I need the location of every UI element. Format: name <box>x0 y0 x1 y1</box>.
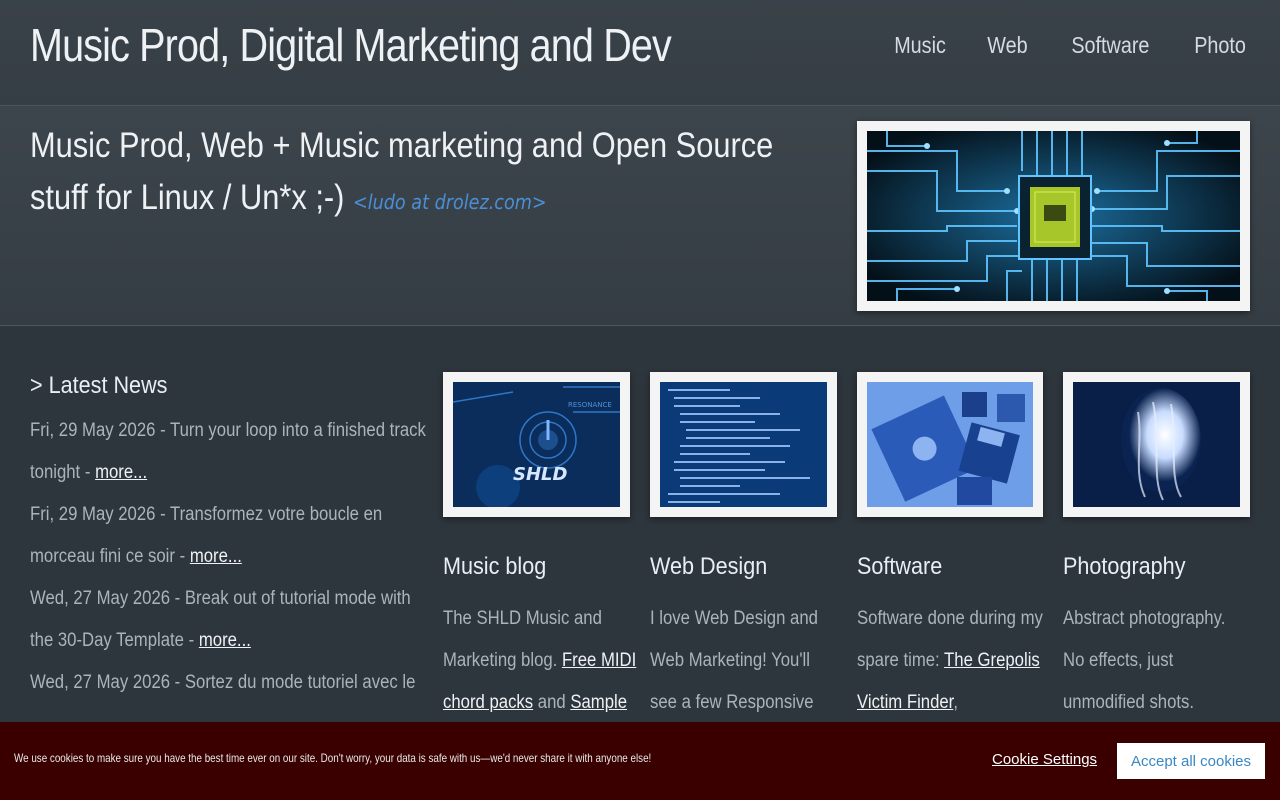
nav-software[interactable]: Software <box>1071 32 1149 59</box>
code-listing-illustration <box>660 382 827 507</box>
sample-link[interactable]: Sample <box>570 692 627 713</box>
contact-email: <ludo at drolez.com> <box>352 190 547 214</box>
news-more-link[interactable]: more... <box>199 630 251 651</box>
news-more-link[interactable]: more... <box>95 462 147 483</box>
cookie-notice-text: We use cookies to make sure you have the… <box>14 751 652 765</box>
audio-knob-illustration: SHLD RESONANCE <box>453 382 620 507</box>
hero-section: Music Prod, Web + Music marketing and Op… <box>0 106 1280 326</box>
hero-image-frame <box>857 121 1250 311</box>
news-item-text: Fri, 29 May 2026 - Turn your loop into a… <box>30 420 426 483</box>
site-header: Music Prod, Digital Marketing and Dev Mu… <box>0 0 1280 106</box>
hero-tagline: Music Prod, Web + Music marketing and Op… <box>30 120 804 228</box>
web-design-desc-text: I love Web Design and Web Marketing! You… <box>650 608 818 713</box>
abstract-light-image <box>1073 382 1240 507</box>
news-item: Wed, 27 May 2026 - Sortez du mode tutori… <box>30 662 426 704</box>
circuit-board-illustration <box>867 131 1240 301</box>
software-title[interactable]: Software <box>857 553 942 581</box>
nav-web[interactable]: Web <box>988 32 1028 59</box>
music-blog-title[interactable]: Music blog <box>443 553 546 581</box>
main-nav: Music Web Software Photo <box>890 32 1250 59</box>
music-blog-description: The SHLD Music and Marketing blog. Free … <box>443 598 637 724</box>
news-more-link[interactable]: more... <box>190 546 242 567</box>
floppy-disks-image <box>867 382 1033 507</box>
circuit-board-image <box>867 131 1240 301</box>
site-title[interactable]: Music Prod, Digital Marketing and Dev <box>30 18 672 72</box>
photography-desc-text: Abstract photography. No effects, just u… <box>1063 608 1226 713</box>
photography-image-frame[interactable] <box>1063 372 1250 517</box>
nav-photo[interactable]: Photo <box>1194 32 1246 59</box>
music-knob-image: SHLD RESONANCE <box>453 382 620 507</box>
accept-all-cookies-button[interactable]: Accept all cookies <box>1117 743 1265 779</box>
web-design-image-frame[interactable] <box>650 372 837 517</box>
software-image-frame[interactable] <box>857 372 1043 517</box>
svg-text:SHLD: SHLD <box>513 464 567 485</box>
photography-description: Abstract photography. No effects, just u… <box>1063 598 1243 724</box>
news-item: Fri, 29 May 2026 - Transformez votre bou… <box>30 494 426 578</box>
web-design-title[interactable]: Web Design <box>650 553 767 581</box>
news-item-text: Wed, 27 May 2026 - Sortez du mode tutori… <box>30 672 416 693</box>
floppy-disks-illustration <box>867 382 1033 507</box>
music-blog-image-frame[interactable]: SHLD RESONANCE <box>443 372 630 517</box>
abstract-light-illustration <box>1073 382 1240 507</box>
latest-news: > Latest News Fri, 29 May 2026 - Turn yo… <box>30 372 430 704</box>
cookie-banner: We use cookies to make sure you have the… <box>0 722 1280 800</box>
cookie-settings-link[interactable]: Cookie Settings <box>992 751 1097 768</box>
nav-music[interactable]: Music <box>894 32 946 59</box>
web-design-description: I love Web Design and Web Marketing! You… <box>650 598 835 724</box>
news-item: Fri, 29 May 2026 - Turn your loop into a… <box>30 410 426 494</box>
software-desc-comma: , <box>953 692 958 713</box>
latest-news-heading: > Latest News <box>30 372 168 399</box>
software-description: Software done during my spare time: The … <box>857 598 1046 724</box>
news-item: Wed, 27 May 2026 - Break out of tutorial… <box>30 578 426 662</box>
svg-text:RESONANCE: RESONANCE <box>568 401 612 409</box>
news-list: Fri, 29 May 2026 - Turn your loop into a… <box>30 410 430 704</box>
code-screen-image <box>660 382 827 507</box>
music-blog-desc-and: and <box>533 692 571 713</box>
photography-title[interactable]: Photography <box>1063 553 1185 581</box>
